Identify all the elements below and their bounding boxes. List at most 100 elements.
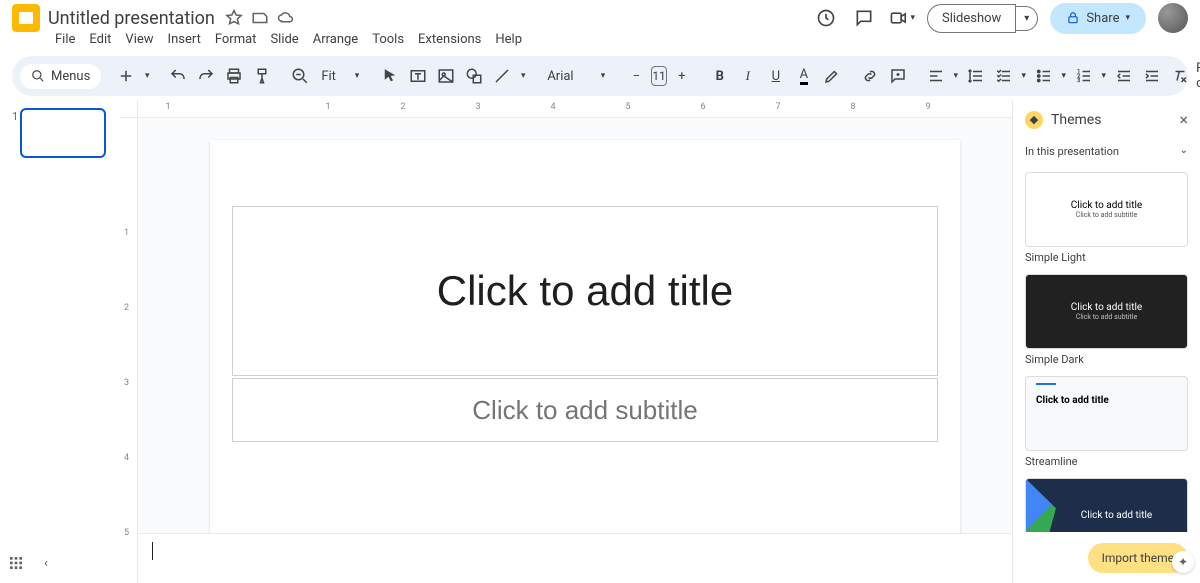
themes-section-label: In this presentation	[1025, 145, 1119, 158]
theme-name: Streamline	[1025, 455, 1188, 468]
theme-item[interactable]: Click to add title Click to add subtitle…	[1025, 172, 1188, 264]
font-size-increase[interactable]: +	[669, 63, 695, 89]
ruler-horizontal[interactable]: 1 1 2 3 4 5 6 7 8 9	[138, 100, 1012, 118]
checklist-button[interactable]	[991, 63, 1017, 89]
slide-canvas[interactable]: Click to add title Click to add subtitle	[210, 140, 960, 583]
slideshow-button[interactable]: Slideshow	[927, 4, 1016, 33]
star-icon[interactable]	[225, 9, 243, 27]
line-tool[interactable]	[489, 63, 515, 89]
highlight-button[interactable]	[819, 63, 845, 89]
insert-comment-button[interactable]	[885, 63, 911, 89]
collapse-filmstrip-icon[interactable]: ‹	[36, 553, 56, 573]
notes-caret	[152, 542, 153, 560]
font-size-decrease[interactable]: −	[623, 63, 649, 89]
underline-button[interactable]: U	[763, 63, 789, 89]
cloud-status-icon[interactable]	[277, 9, 295, 27]
new-slide-button[interactable]	[113, 63, 139, 89]
line-spacing-button[interactable]	[963, 63, 989, 89]
indent-increase-button[interactable]	[1139, 63, 1165, 89]
align-dropdown[interactable]: ▾	[951, 63, 961, 89]
align-button[interactable]	[923, 63, 949, 89]
bold-button[interactable]: B	[707, 63, 733, 89]
menu-view[interactable]: View	[118, 30, 160, 49]
slides-logo-icon[interactable]	[12, 4, 40, 32]
share-dropdown-icon: ▾	[1125, 13, 1130, 23]
themes-section-toggle[interactable]: In this presentation ⌄	[1013, 139, 1200, 164]
chevron-down-icon: ⌄	[1180, 145, 1188, 158]
menu-edit[interactable]: Edit	[82, 30, 118, 49]
theme-item[interactable]: Click to add title Focus	[1025, 478, 1188, 532]
slide-thumb-preview[interactable]	[20, 108, 106, 158]
theme-preview[interactable]: Click to add title	[1025, 478, 1188, 532]
theme-preview[interactable]: Click to add title	[1025, 376, 1188, 451]
themes-list[interactable]: Click to add title Click to add subtitle…	[1013, 164, 1200, 532]
checklist-dropdown[interactable]: ▾	[1019, 63, 1029, 89]
print-button[interactable]	[221, 63, 247, 89]
menu-arrange[interactable]: Arrange	[306, 30, 365, 49]
numbered-dropdown[interactable]: ▾	[1099, 63, 1109, 89]
grid-view-icon[interactable]	[6, 553, 26, 573]
font-name: Arial	[547, 69, 573, 84]
svg-text:3: 3	[1077, 78, 1080, 84]
menu-help[interactable]: Help	[488, 30, 529, 49]
search-menus-label: Menus	[51, 69, 90, 84]
menu-tools[interactable]: Tools	[365, 30, 411, 49]
theme-item[interactable]: Click to add title Click to add subtitle…	[1025, 274, 1188, 366]
undo-button[interactable]	[165, 63, 191, 89]
new-slide-dropdown[interactable]: ▾	[141, 63, 153, 89]
slideshow-group: Slideshow ▾	[927, 4, 1038, 33]
slide-thumbnail[interactable]: 1	[8, 108, 112, 158]
paint-format-button[interactable]	[249, 63, 275, 89]
main-area: 1 1 1 2 3 4 5 6 7 8 9 1 2 3 4 5 Click to…	[0, 100, 1200, 583]
slideshow-dropdown[interactable]: ▾	[1016, 6, 1038, 31]
image-tool[interactable]	[433, 63, 459, 89]
title-bar: Untitled presentation ▾ Slideshow ▾ Shar…	[0, 0, 1200, 30]
subtitle-placeholder[interactable]: Click to add subtitle	[232, 378, 938, 442]
shape-tool[interactable]	[461, 63, 487, 89]
font-select[interactable]: Arial▾	[541, 63, 611, 89]
theme-item[interactable]: Click to add title Streamline	[1025, 376, 1188, 468]
bullet-dropdown[interactable]: ▾	[1059, 63, 1069, 89]
filmstrip[interactable]: 1	[0, 100, 120, 583]
canvas-area: 1 1 2 3 4 5 6 7 8 9 1 2 3 4 5 Click to a…	[120, 100, 1012, 583]
theme-preview[interactable]: Click to add title Click to add subtitle	[1025, 274, 1188, 349]
theme-preview[interactable]: Click to add title Click to add subtitle	[1025, 172, 1188, 247]
themes-title: Themes	[1051, 112, 1171, 128]
menu-format[interactable]: Format	[208, 30, 264, 49]
select-tool[interactable]	[377, 63, 403, 89]
menu-extensions[interactable]: Extensions	[411, 30, 488, 49]
ruler-corner	[120, 100, 138, 118]
speaker-notes[interactable]	[138, 533, 1012, 583]
insert-link-button[interactable]	[857, 63, 883, 89]
move-icon[interactable]	[251, 9, 269, 27]
search-menus-button[interactable]: Menus	[20, 64, 101, 89]
close-icon[interactable]: ×	[1179, 110, 1188, 129]
redo-button[interactable]	[193, 63, 219, 89]
line-dropdown[interactable]: ▾	[517, 63, 529, 89]
meet-icon[interactable]: ▾	[889, 5, 915, 31]
menu-insert[interactable]: Insert	[161, 30, 208, 49]
theme-name: Simple Dark	[1025, 353, 1188, 366]
menu-file[interactable]: File	[48, 30, 82, 49]
zoom-value: Fit	[321, 69, 336, 84]
text-color-button[interactable]: A	[791, 63, 817, 89]
bullet-list-button[interactable]	[1031, 63, 1057, 89]
history-icon[interactable]	[813, 5, 839, 31]
explore-fab[interactable]: ✦	[1172, 551, 1194, 573]
menu-slide[interactable]: Slide	[263, 30, 305, 49]
ruler-vertical[interactable]: 1 2 3 4 5	[120, 118, 138, 583]
zoom-button[interactable]	[287, 63, 313, 89]
indent-decrease-button[interactable]	[1111, 63, 1137, 89]
comments-icon[interactable]	[851, 5, 877, 31]
clear-format-button[interactable]	[1167, 63, 1193, 89]
document-title[interactable]: Untitled presentation	[48, 8, 215, 29]
share-button[interactable]: Share ▾	[1050, 3, 1146, 34]
numbered-list-button[interactable]: 123	[1071, 63, 1097, 89]
italic-button[interactable]: I	[735, 63, 761, 89]
account-avatar[interactable]	[1158, 3, 1188, 33]
textbox-tool[interactable]	[405, 63, 431, 89]
font-size-input[interactable]: 11	[651, 66, 667, 86]
title-placeholder[interactable]: Click to add title	[232, 206, 938, 376]
zoom-select[interactable]: Fit▾	[315, 63, 365, 89]
theme-name: Simple Light	[1025, 251, 1188, 264]
